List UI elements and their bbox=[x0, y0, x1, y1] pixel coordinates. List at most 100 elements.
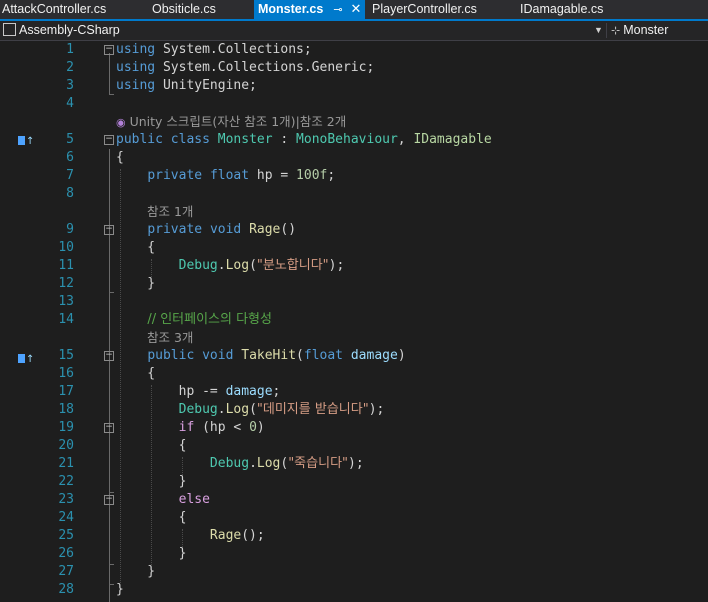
project-name: Assembly-CSharp bbox=[19, 23, 120, 37]
collapse-icon[interactable]: − bbox=[104, 225, 114, 235]
code-token: Log bbox=[256, 456, 281, 471]
code-token: hp = bbox=[249, 168, 297, 183]
line-number: 8 bbox=[66, 186, 74, 201]
code-line[interactable]: 27 } bbox=[0, 563, 708, 581]
code-text: using System.Collections.Generic; bbox=[116, 59, 374, 77]
line-number: 15 bbox=[58, 348, 74, 363]
codelens-takehit-references[interactable]: 참조 3개 bbox=[147, 329, 193, 347]
collapse-icon[interactable]: − bbox=[104, 45, 114, 55]
code-line[interactable]: 19 − if (hp < 0) bbox=[0, 419, 708, 437]
code-editor[interactable]: ◉ Unity 스크립트(자산 참조 1개)|참조 2개 참조 1개 참조 3개… bbox=[0, 41, 708, 602]
collapse-icon[interactable]: − bbox=[104, 135, 114, 145]
collapse-icon[interactable]: − bbox=[104, 351, 114, 361]
code-text: } bbox=[116, 563, 155, 581]
code-line[interactable]: 1 − using System.Collections; bbox=[0, 41, 708, 59]
line-number: 18 bbox=[58, 402, 74, 417]
line-number: 26 bbox=[58, 546, 74, 561]
code-token: . bbox=[217, 258, 226, 273]
code-token: { bbox=[116, 366, 156, 381]
code-token: } bbox=[116, 546, 187, 561]
code-line[interactable]: 16 { bbox=[0, 365, 708, 383]
code-token: using bbox=[116, 42, 156, 57]
code-token: "죽습니다" bbox=[288, 456, 349, 471]
code-text: // 인터페이스의 다형성 bbox=[116, 311, 272, 329]
code-line[interactable]: 14 // 인터페이스의 다형성 bbox=[0, 311, 708, 329]
code-line[interactable]: 22 } bbox=[0, 473, 708, 491]
code-token: } bbox=[116, 564, 156, 579]
code-text: Debug.Log("데미지를 받습니다"); bbox=[116, 401, 385, 419]
code-line[interactable]: 7 private float hp = 100f; bbox=[0, 167, 708, 185]
code-token: Debug bbox=[178, 258, 218, 273]
code-token: ); bbox=[328, 258, 345, 273]
close-icon[interactable]: ✕ bbox=[351, 1, 362, 16]
code-line[interactable]: 21 Debug.Log("죽습니다"); bbox=[0, 455, 708, 473]
tab-monster[interactable]: Monster.cs ⊸ ✕ bbox=[254, 0, 366, 19]
code-line[interactable]: 4 bbox=[0, 95, 708, 113]
code-line[interactable]: 15 − public void TakeHit(float damage) bbox=[0, 347, 708, 365]
code-line[interactable]: 3 using UnityEngine; bbox=[0, 77, 708, 95]
codelens-rage-references[interactable]: 참조 1개 bbox=[147, 203, 193, 221]
code-token: { bbox=[116, 150, 124, 165]
code-line[interactable]: 2 using System.Collections.Generic; bbox=[0, 59, 708, 77]
line-number: 27 bbox=[58, 564, 74, 579]
code-token: public bbox=[116, 132, 163, 147]
code-token: } bbox=[116, 276, 156, 291]
code-token: 100f bbox=[296, 168, 328, 183]
code-line[interactable]: 23 − else bbox=[0, 491, 708, 509]
line-number: 13 bbox=[58, 294, 74, 309]
tab-attackcontroller[interactable]: AttackController.cs bbox=[2, 0, 106, 19]
tab-playercontroller[interactable]: PlayerController.cs bbox=[372, 0, 477, 19]
tab-label: AttackController.cs bbox=[2, 2, 107, 16]
code-token: () bbox=[280, 222, 297, 237]
code-text: Debug.Log("분노합니다"); bbox=[116, 257, 345, 275]
code-token: public bbox=[147, 348, 195, 363]
code-text: { bbox=[116, 437, 187, 455]
code-token: { bbox=[116, 510, 187, 525]
code-token: Rage bbox=[249, 222, 281, 237]
collapse-icon[interactable]: − bbox=[104, 423, 114, 433]
tab-idamagable[interactable]: IDamagable.cs bbox=[520, 0, 603, 19]
code-text: } bbox=[116, 581, 124, 599]
code-line[interactable]: 9 − private void Rage() bbox=[0, 221, 708, 239]
code-line[interactable]: 5 − public class Monster : MonoBehaviour, … bbox=[0, 131, 708, 149]
code-line[interactable]: 17 hp -= damage; bbox=[0, 383, 708, 401]
code-token: if bbox=[178, 420, 195, 435]
code-line[interactable]: 28} bbox=[0, 581, 708, 599]
collapse-icon[interactable]: − bbox=[104, 495, 114, 505]
codelens-text: 참조 3개 bbox=[147, 330, 194, 345]
tab-obsiticle[interactable]: Obsiticle.cs bbox=[152, 0, 216, 19]
code-line[interactable]: 10 { bbox=[0, 239, 708, 257]
code-token: } bbox=[116, 582, 124, 597]
type-dropdown[interactable]: ⊹ Monster bbox=[611, 22, 668, 40]
project-dropdown[interactable]: Assembly-CSharp bbox=[3, 22, 120, 39]
code-line[interactable]: 25 Rage(); bbox=[0, 527, 708, 545]
code-line[interactable]: 18 Debug.Log("데미지를 받습니다"); bbox=[0, 401, 708, 419]
code-line[interactable]: 11 Debug.Log("분노합니다"); bbox=[0, 257, 708, 275]
type-name: Monster bbox=[623, 23, 669, 37]
code-line[interactable]: 24 { bbox=[0, 509, 708, 527]
code-line[interactable]: 26 } bbox=[0, 545, 708, 563]
line-number: 28 bbox=[58, 582, 74, 597]
code-token: using bbox=[116, 60, 156, 75]
code-token: . bbox=[217, 402, 226, 417]
code-token: Debug bbox=[209, 456, 250, 471]
code-token: ; bbox=[272, 384, 281, 399]
code-line[interactable]: 8 bbox=[0, 185, 708, 203]
code-line[interactable]: 13 bbox=[0, 293, 708, 311]
codelens-class-references[interactable]: ◉ Unity 스크립트(자산 참조 1개)|참조 2개 bbox=[116, 113, 346, 132]
code-token: hp -= bbox=[116, 384, 226, 399]
chevron-down-icon[interactable]: ▼ bbox=[594, 21, 603, 40]
code-line[interactable]: 6{ bbox=[0, 149, 708, 167]
code-text: { bbox=[116, 239, 155, 257]
line-number: 3 bbox=[66, 78, 74, 93]
code-line[interactable]: 20 { bbox=[0, 437, 708, 455]
code-line[interactable]: 12 } bbox=[0, 275, 708, 293]
line-number: 17 bbox=[58, 384, 74, 399]
pin-icon[interactable]: ⊸ bbox=[333, 4, 342, 16]
